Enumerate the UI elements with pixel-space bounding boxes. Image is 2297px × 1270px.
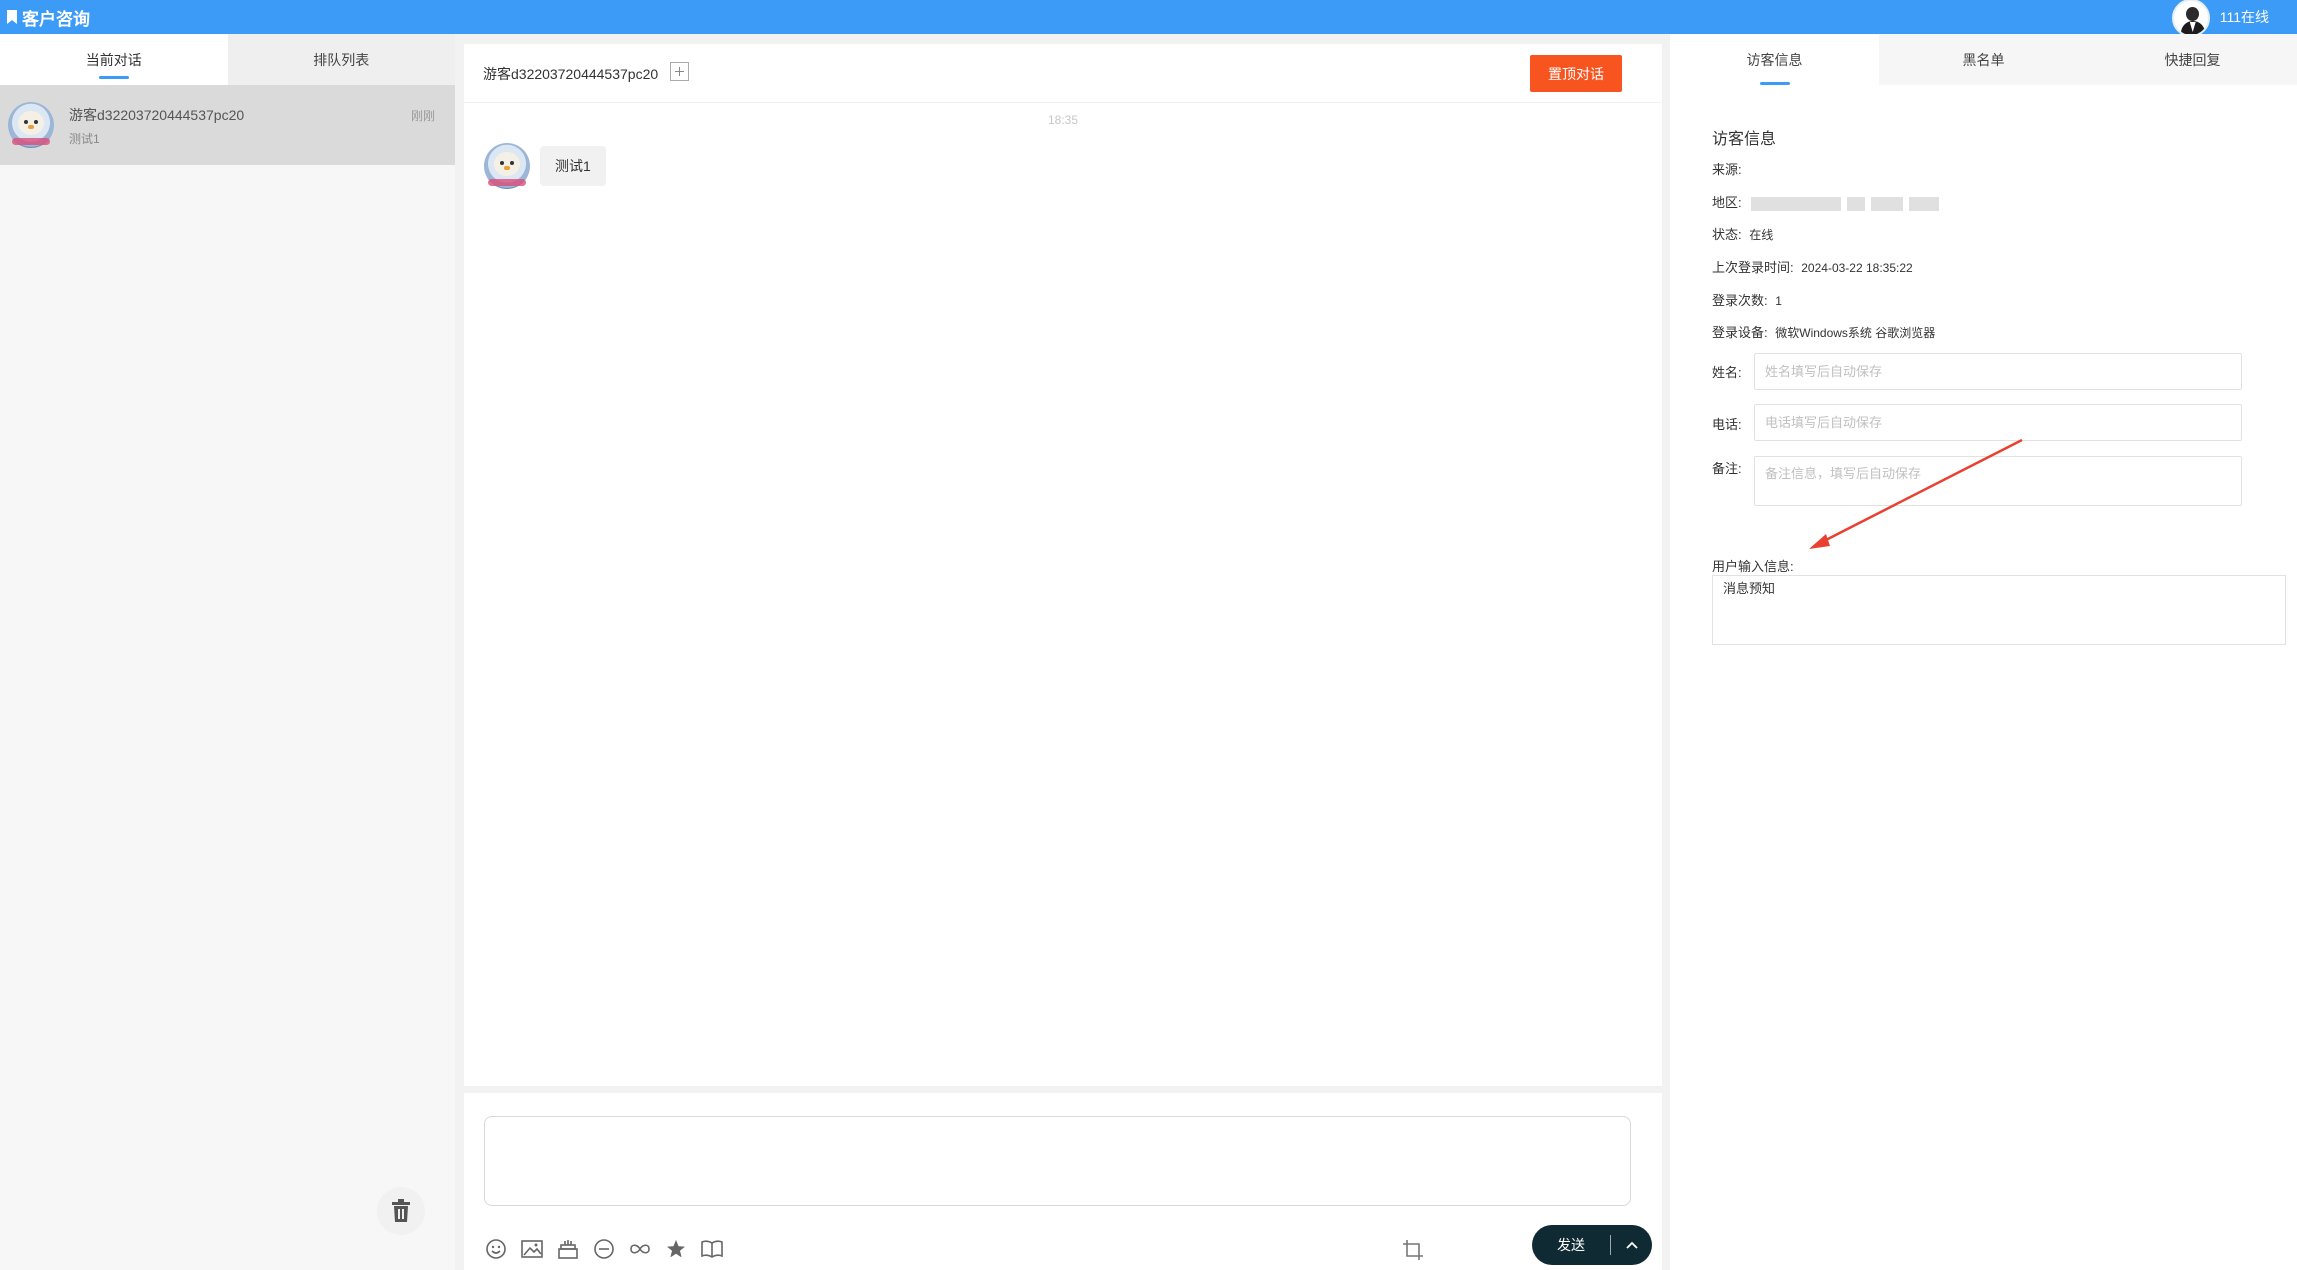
- tab-quick-reply[interactable]: 快捷回复: [2088, 34, 2297, 85]
- region-value-redacted: [1751, 196, 1945, 211]
- favorite-button[interactable]: [664, 1237, 688, 1261]
- tab-visitor-info[interactable]: 访客信息: [1670, 34, 1879, 85]
- conversation-name: 游客d32203720444537pc20: [69, 107, 245, 123]
- visitor-info-title: 访客信息: [1712, 131, 1777, 148]
- tab-label: 黑名单: [1962, 51, 2005, 68]
- tab-queue-list[interactable]: 排队列表: [227, 34, 455, 85]
- device-value: 微软Windows系统 谷歌浏览器: [1775, 326, 1936, 340]
- login-count-label: 登录次数:: [1712, 293, 1768, 308]
- transfer-button[interactable]: [628, 1237, 652, 1261]
- phone-label: 电话:: [1712, 417, 1742, 432]
- last-login-label: 上次登录时间:: [1712, 260, 1794, 275]
- visitor-panel-tabs: 访客信息 黑名单 快捷回复: [1670, 34, 2297, 85]
- login-count-value: 1: [1775, 294, 1782, 308]
- end-chat-button[interactable]: [592, 1237, 616, 1261]
- tab-label: 排队列表: [313, 51, 370, 68]
- last-login-row: 上次登录时间: 2024-03-22 18:35:22: [1712, 257, 1913, 276]
- bookmark-icon: [7, 10, 17, 24]
- agent-status[interactable]: 111在线: [2171, 0, 2269, 37]
- tab-label: 快捷回复: [2164, 51, 2221, 68]
- conversation-preview: 测试1: [69, 132, 100, 146]
- chevron-up-icon: [1625, 1241, 1638, 1249]
- status-value: 在线: [1749, 228, 1774, 242]
- region-label: 地区:: [1712, 195, 1742, 210]
- agent-status-text: 111在线: [2219, 9, 2269, 25]
- app-root: 客户咨询 111在线 当前对话 排队列表 游客d32203720444537pc…: [0, 0, 2297, 1270]
- add-icon[interactable]: [670, 62, 689, 81]
- book-icon: [701, 1240, 723, 1258]
- tab-label: 访客信息: [1746, 51, 1803, 68]
- status-row: 状态: 在线: [1712, 224, 1773, 243]
- user-input-box: 消息预知: [1712, 575, 2286, 645]
- trash-icon: [392, 1199, 410, 1222]
- name-field[interactable]: [1754, 353, 2242, 390]
- chat-header: 游客d32203720444537pc20 置顶对话: [464, 44, 1662, 103]
- conversation-sidebar: 当前对话 排队列表 游客d32203720444537pc20 测试1 刚刚: [0, 34, 455, 1270]
- last-login-value: 2024-03-22 18:35:22: [1801, 261, 1913, 275]
- send-options-button[interactable]: [1611, 1225, 1652, 1265]
- message-composer: 发送: [464, 1093, 1662, 1270]
- region-row: 地区:: [1712, 192, 1945, 211]
- chat-panel: 游客d32203720444537pc20 置顶对话 18:35 测试1: [464, 44, 1662, 1086]
- delete-button[interactable]: [377, 1187, 425, 1235]
- composer-toolbar: [484, 1237, 724, 1261]
- note-field[interactable]: [1754, 456, 2242, 506]
- device-label: 登录设备:: [1712, 325, 1768, 340]
- visitor-panel: 访客信息 黑名单 快捷回复 访客信息 来源: 地区: 状态: 在线 上次登录时间…: [1670, 34, 2297, 1270]
- message-time-divider: 18:35: [1047, 113, 1079, 127]
- source-row: 来源:: [1712, 159, 1746, 178]
- note-label: 备注:: [1712, 461, 1742, 476]
- crop-icon[interactable]: [1402, 1239, 1424, 1261]
- conversation-item[interactable]: 游客d32203720444537pc20 测试1 刚刚: [0, 85, 455, 165]
- chat-visitor-title: 游客d32203720444537pc20: [483, 66, 659, 82]
- infinity-icon: [630, 1244, 650, 1254]
- smile-icon: [486, 1239, 506, 1259]
- send-button[interactable]: 发送: [1532, 1225, 1610, 1265]
- gift-button[interactable]: [556, 1237, 580, 1261]
- agent-avatar[interactable]: [2171, 0, 2210, 37]
- device-row: 登录设备: 微软Windows系统 谷歌浏览器: [1712, 322, 1935, 341]
- pin-conversation-button[interactable]: 置顶对话: [1530, 55, 1622, 92]
- conversation-time: 刚刚: [410, 109, 435, 123]
- send-button-group: 发送: [1532, 1225, 1652, 1265]
- source-label: 来源:: [1712, 162, 1742, 177]
- visitor-avatar: [484, 143, 530, 189]
- tab-blacklist[interactable]: 黑名单: [1879, 34, 2088, 85]
- phone-field[interactable]: [1754, 404, 2242, 441]
- emoji-button[interactable]: [484, 1237, 508, 1261]
- user-input-value: 消息预知: [1723, 581, 1776, 596]
- login-count-row: 登录次数: 1: [1712, 290, 1782, 309]
- knowledge-base-button[interactable]: [700, 1237, 724, 1261]
- tab-label: 当前对话: [85, 51, 142, 68]
- image-icon: [521, 1240, 543, 1258]
- minus-circle-icon: [594, 1239, 614, 1259]
- cake-icon: [558, 1240, 578, 1259]
- name-label: 姓名:: [1712, 365, 1742, 380]
- message-row: 测试1: [484, 143, 606, 189]
- image-button[interactable]: [520, 1237, 544, 1261]
- app-brand: 客户咨询: [7, 5, 90, 29]
- message-bubble: 测试1: [540, 146, 606, 186]
- send-divider: [1610, 1235, 1611, 1255]
- star-icon: [667, 1240, 685, 1258]
- user-input-label: 用户输入信息:: [1712, 559, 1794, 574]
- sidebar-tabs: 当前对话 排队列表: [0, 34, 455, 85]
- message-input[interactable]: [484, 1116, 1631, 1206]
- visitor-avatar: [8, 102, 54, 148]
- tab-current-conversations[interactable]: 当前对话: [0, 34, 228, 85]
- status-label: 状态:: [1712, 227, 1742, 242]
- app-title: 客户咨询: [22, 9, 90, 29]
- top-bar: 客户咨询 111在线: [0, 0, 2297, 37]
